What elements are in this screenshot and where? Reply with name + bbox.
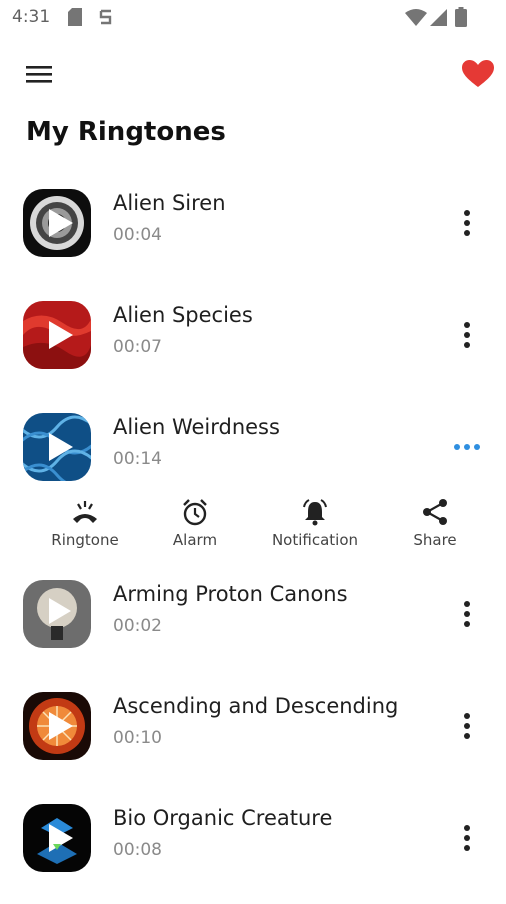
list-item-bio-organic-creature[interactable]: Bio Organic Creature 00:08 [0,804,506,904]
ringtone-actions: Ringtone Alarm Notification Share [0,497,506,557]
more-vertical-icon [464,322,470,348]
play-thumbnail-button[interactable] [23,692,91,760]
more-horizontal-icon [454,444,480,450]
set-alarm-label: Alarm [172,531,218,549]
top-app-bar [0,48,506,100]
more-vertical-icon [464,210,470,236]
set-alarm-button[interactable]: Alarm [140,497,250,553]
more-options-button[interactable] [450,313,484,357]
list-item-arming-proton-canons[interactable]: Arming Proton Canons 00:02 [0,580,506,680]
status-bar: 4:31 [0,0,506,36]
hamburger-menu-icon [26,66,52,83]
more-vertical-icon [464,825,470,851]
list-item-alien-siren[interactable]: Alien Siren 00:04 [0,189,506,289]
ringtone-title: Alien Siren [113,191,226,215]
more-options-button[interactable] [450,816,484,860]
set-ringtone-button[interactable]: Ringtone [30,497,140,553]
more-options-button[interactable] [450,425,484,469]
phone-ring-icon [73,501,97,523]
sd-card-icon [68,8,82,30]
share-label: Share [413,531,457,549]
ringtone-title: Ascending and Descending [113,694,399,718]
play-thumbnail-button[interactable] [23,189,91,257]
share-icon [423,499,447,525]
play-thumbnail-button[interactable] [23,413,91,481]
set-notification-label: Notification [271,531,359,549]
ringtone-title: Bio Organic Creature [113,806,333,830]
battery-icon [455,7,467,31]
page-title: My Ringtones [26,117,226,147]
set-notification-button[interactable]: Notification [260,497,370,553]
alarm-clock-icon [183,499,207,526]
ringtone-duration: 00:08 [113,840,162,860]
favorites-button[interactable] [460,58,496,90]
ringtone-duration: 00:10 [113,728,162,748]
list-item-alien-species[interactable]: Alien Species 00:07 [0,301,506,401]
more-options-button[interactable] [450,201,484,245]
sync-status-icon [98,8,114,30]
wifi-icon [405,9,427,30]
more-options-button[interactable] [450,704,484,748]
list-item-ascending-and-descending[interactable]: Ascending and Descending 00:10 [0,692,506,792]
status-time: 4:31 [12,7,51,27]
share-button[interactable]: Share [380,497,490,553]
heart-icon [462,60,494,87]
more-options-button[interactable] [450,592,484,636]
ringtone-duration: 00:04 [113,225,162,245]
cell-signal-icon [430,9,447,30]
ringtone-duration: 00:07 [113,337,162,357]
more-vertical-icon [464,713,470,739]
ringtone-duration: 00:14 [113,449,162,469]
set-ringtone-label: Ringtone [51,531,119,549]
ringtone-title: Alien Species [113,303,253,327]
play-thumbnail-button[interactable] [23,301,91,369]
play-thumbnail-button[interactable] [23,580,91,648]
notification-bell-icon [303,499,327,526]
ringtone-title: Alien Weirdness [113,415,280,439]
more-vertical-icon [464,601,470,627]
play-thumbnail-button[interactable] [23,804,91,872]
ringtone-title: Arming Proton Canons [113,582,348,606]
menu-button[interactable] [22,60,58,88]
ringtone-duration: 00:02 [113,616,162,636]
